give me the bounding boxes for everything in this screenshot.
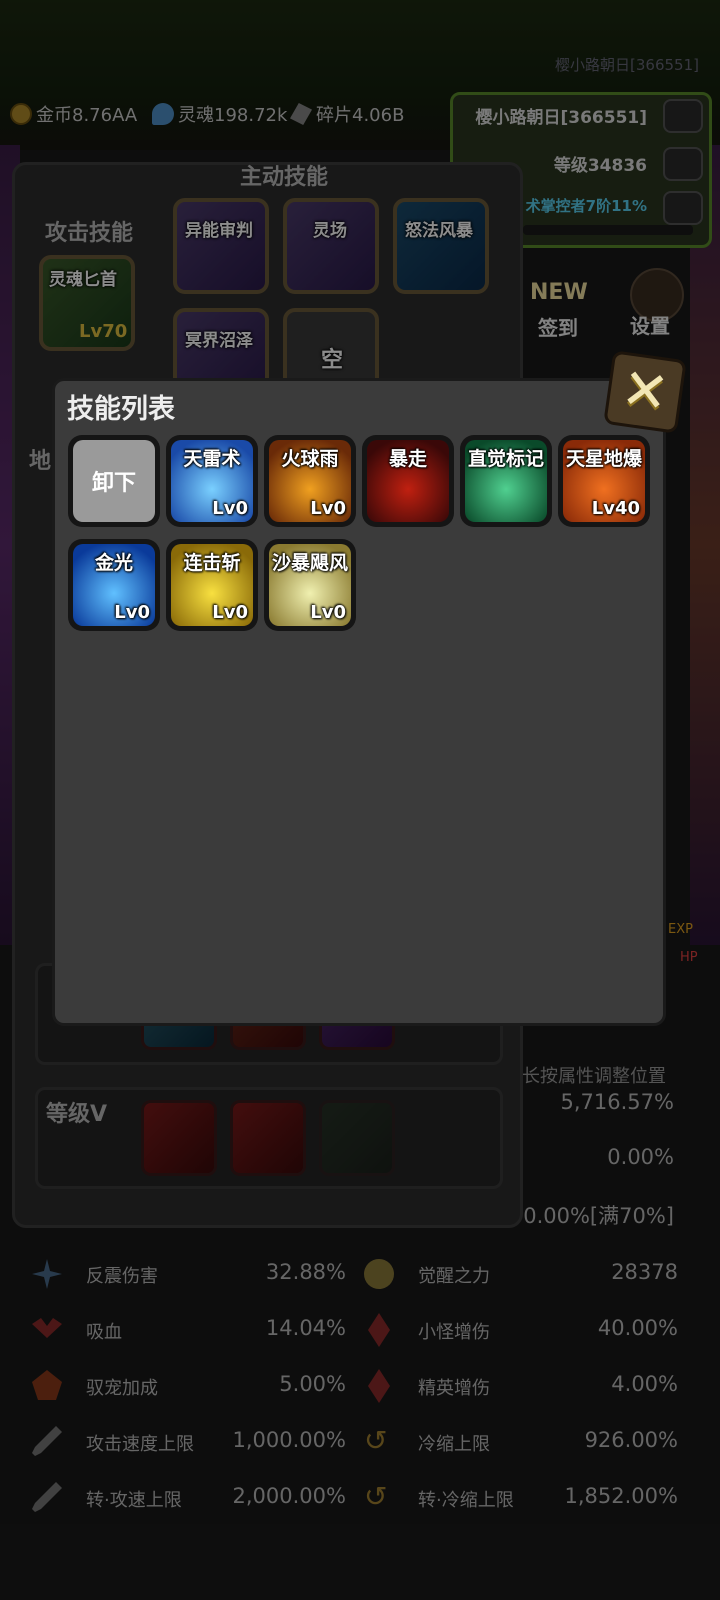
star-burst-skill-icon: 天星地爆 Lv40 — [563, 440, 645, 522]
skill-item-intuition-mark[interactable]: 直觉标记 — [460, 435, 552, 527]
modal-title: 技能列表 — [67, 394, 175, 425]
close-button[interactable]: ✕ — [603, 350, 687, 434]
close-icon: ✕ — [617, 356, 673, 427]
eye-skill-icon: 直觉标记 — [465, 440, 547, 522]
golden-light-skill-icon: 金光 Lv0 — [73, 544, 155, 626]
combo-slash-skill-icon: 连击斩 Lv0 — [171, 544, 253, 626]
sandstorm-skill-icon: 沙暴飓风 Lv0 — [269, 544, 351, 626]
skill-item-combo-slash[interactable]: 连击斩 Lv0 — [166, 539, 258, 631]
unequip-button[interactable]: 卸下 — [68, 435, 160, 527]
unequip-label: 卸下 — [91, 471, 136, 496]
skill-item-fireball-rain[interactable]: 火球雨 Lv0 — [264, 435, 356, 527]
skill-item-rampage[interactable]: 暴走 — [362, 435, 454, 527]
skill-item-golden-light[interactable]: 金光 Lv0 — [68, 539, 160, 631]
thunder-skill-icon: 天雷术 Lv0 — [171, 440, 253, 522]
skill-item-thunder[interactable]: 天雷术 Lv0 — [166, 435, 258, 527]
fireball-skill-icon: 火球雨 Lv0 — [269, 440, 351, 522]
skill-list-modal: 技能列表 卸下 天雷术 Lv0 火球雨 Lv0 暴走 直觉标记 天星地爆 Lv4… — [52, 378, 666, 1026]
rampage-skill-icon: 暴走 — [367, 440, 449, 522]
skill-item-sandstorm[interactable]: 沙暴飓风 Lv0 — [264, 539, 356, 631]
skill-item-star-burst[interactable]: 天星地爆 Lv40 — [558, 435, 650, 527]
